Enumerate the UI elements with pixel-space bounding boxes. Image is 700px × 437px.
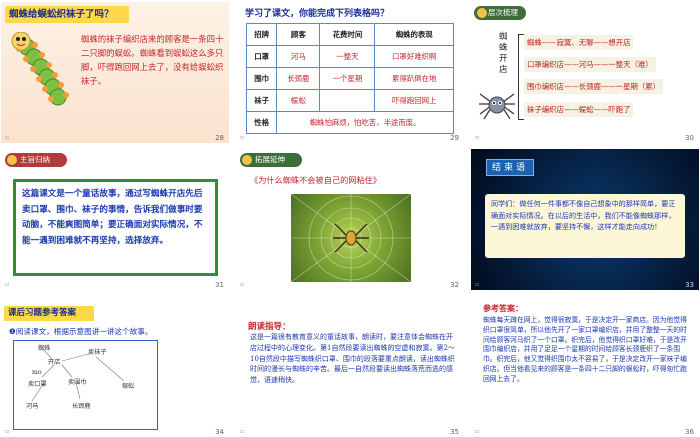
table-cell: 性格 (245, 111, 278, 134)
table-header-cell: 花费时间 (319, 23, 376, 46)
outline-item: 蜘蛛——寂寞、无聊——想开店 (524, 35, 634, 50)
slide-body-text: 这是一篇很有教育意义的童话故事，朗读时，要注意体会蜘蛛在开店过程中的心理变化。第… (250, 333, 455, 385)
slide-title: 蜘蛛给蜈蚣织袜子了吗？ (5, 6, 129, 23)
speaker-icon[interactable]: ▫ (5, 134, 9, 141)
table-cell: 吓得跑回网上 (374, 89, 454, 112)
slide-grid: 蜘蛛给蜈蚣织袜子了吗？ 蜘蛛的袜子编织店来的顾客是一条四十二只脚的蜈蚣。蜘蛛看到… (0, 0, 700, 437)
outline-item: 围巾编织店——长颈鹿——一星期（累） (524, 79, 664, 94)
table-cell: 一个星期 (319, 67, 376, 90)
header-badge-icon (7, 155, 17, 165)
page-number: 28 (215, 134, 224, 142)
page-number: 33 (685, 281, 694, 289)
slide-title: 学习了课文，你能完成下列表格吗？ (245, 9, 390, 19)
page-number: 29 (450, 134, 459, 142)
slide-34[interactable]: 课后习题参考答案 ❶阅读课文，根据示意图讲一讲这个故事。 蜘蛛 开店 卖袜子 m… (1, 296, 229, 437)
slide-title: 朗读指导： (248, 322, 291, 332)
outline-item: 袜子编织店——蜈蚣——吓跑了 (524, 102, 634, 117)
slide-32[interactable]: 拓展延伸 《为什么蜘蛛不会被自己的网粘住》 ▫ 32 (236, 149, 464, 290)
table-row: 口罩 河马 一整天 口罩好难织啊 (245, 45, 454, 68)
table-cell: 口罩 (245, 45, 278, 68)
table-cell: 蜘蛛怕麻烦，怕吃苦，半途而废。 (276, 111, 454, 134)
table-cell: 蜈蚣 (276, 89, 321, 112)
speaker-icon[interactable]: ▫ (475, 281, 479, 288)
slide-28[interactable]: 蜘蛛给蜈蚣织袜子了吗？ 蜘蛛的袜子编织店来的顾客是一条四十二只脚的蜈蚣。蜘蛛看到… (1, 2, 229, 143)
table-header-cell: 蜘蛛的表现 (374, 23, 454, 46)
speaker-icon[interactable]: ▫ (5, 428, 9, 435)
spider-web-icon (291, 194, 411, 282)
page-number: 31 (215, 281, 224, 289)
diagram-label: 河马 (26, 403, 39, 410)
table-header-cell: 顾客 (276, 23, 321, 46)
slide-title: 课后习题参考答案 (4, 306, 94, 321)
slide-title: 参考答案： (483, 304, 523, 313)
section-header: 主旨归纳 (5, 153, 67, 167)
table-cell: 河马 (276, 45, 321, 68)
header-badge-icon (477, 8, 487, 18)
slide-body-text: 蜘蛛每天蹲在网上，觉得很寂寞，于是决定开一家商店。因为他觉得织口罩很简单，所以他… (483, 316, 687, 383)
section-header-label: 层次梳理 (488, 8, 518, 17)
diagram-label: 开店 (48, 359, 61, 366)
table-cell: 一整天 (319, 45, 376, 68)
summary-box: 这篇课文是一个童话故事，通过写蜘蛛开店先后卖口罩、围巾、袜子的事情，告诉我们做事… (13, 179, 218, 276)
section-header: 拓展延伸 (240, 153, 302, 167)
speaker-icon[interactable]: ▫ (240, 281, 244, 288)
table-row: 围巾 长颈鹿 一个星期 累得趴倒在地 (245, 67, 454, 90)
speaker-icon[interactable]: ▫ (240, 428, 244, 435)
outline-item: 口罩编织店——河马——一整天（难） (524, 57, 656, 72)
slide-35[interactable]: 朗读指导： 这是一篇很有教育意义的童话故事，朗读时，要注意体会蜘蛛在开店过程中的… (236, 296, 464, 437)
summary-table: 招牌 顾客 花费时间 蜘蛛的表现 口罩 河马 一整天 口罩好难织啊 围巾 长颈鹿… (245, 23, 454, 134)
page-number: 34 (215, 428, 224, 436)
speaker-icon[interactable]: ▫ (5, 281, 9, 288)
diagram-label: 卖口罩 (28, 381, 47, 388)
table-cell: 围巾 (245, 67, 278, 90)
slide-29[interactable]: 学习了课文，你能完成下列表格吗？ 招牌 顾客 花费时间 蜘蛛的表现 口罩 河马 … (236, 2, 464, 143)
page-number: 30 (685, 134, 694, 142)
diagram-label: mo (32, 369, 42, 376)
section-header-label: 拓展延伸 (255, 155, 285, 164)
table-cell (319, 89, 376, 112)
outline-title: 蜘蛛开店 (499, 32, 508, 75)
story-diagram: 蜘蛛 开店 卖袜子 mo 卖口罩 卖围巾 蜈蚣 河马 长颈鹿 (13, 340, 158, 430)
section-header: 层次梳理 (474, 6, 526, 20)
exercise-prompt: ❶阅读课文，根据示意图讲一讲这个故事。 (9, 327, 153, 336)
slide-title: 结束语 (486, 159, 534, 176)
table-header-cell: 招牌 (245, 23, 278, 46)
section-header-label: 主旨归纳 (20, 155, 50, 164)
slide-33[interactable]: 结束语 同学们：做任何一件事都不像自己想象中的那样简单，要正确面对实际情况。在以… (471, 149, 699, 290)
slide-30[interactable]: 层次梳理 蜘蛛开店 蜘蛛——寂寞、无聊——想开店 口罩编织店——河马——一整天（… (471, 2, 699, 143)
diagram-label: 蜈蚣 (122, 383, 135, 390)
diagram-label: 卖袜子 (88, 349, 107, 356)
speaker-icon[interactable]: ▫ (240, 134, 244, 141)
header-badge-icon (242, 155, 252, 165)
table-header-row: 招牌 顾客 花费时间 蜘蛛的表现 (245, 23, 454, 46)
table-cell: 袜子 (245, 89, 278, 112)
page-number: 35 (450, 428, 459, 436)
diagram-label: 蜘蛛 (38, 345, 51, 352)
slide-title: 《为什么蜘蛛不会被自己的网粘住》 (250, 175, 382, 185)
slide-36[interactable]: 参考答案： 蜘蛛每天蹲在网上，觉得很寂寞，于是决定开一家商店。因为他觉得织口罩很… (471, 296, 699, 437)
spider-web-photo (291, 194, 411, 282)
table-row: 性格 蜘蛛怕麻烦，怕吃苦，半途而废。 (245, 111, 454, 134)
page-number: 32 (450, 281, 459, 289)
table-cell: 长颈鹿 (276, 67, 321, 90)
table-row: 袜子 蜈蚣 吓得跑回网上 (245, 89, 454, 112)
closing-note: 同学们：做任何一件事都不像自己想象中的那样简单，要正确面对实际情况。在以后的生活… (485, 194, 685, 258)
slide-body-text: 蜘蛛的袜子编织店来的顾客是一条四十二只脚的蜈蚣。蜘蛛看到蜈蚣这么多只脚，吓得跑回… (81, 34, 224, 86)
spider-icon (479, 93, 515, 120)
table-cell: 口罩好难织啊 (374, 45, 454, 68)
table-cell: 累得趴倒在地 (374, 67, 454, 90)
diagram-label: 长颈鹿 (72, 403, 91, 410)
caterpillar-illustration (11, 32, 69, 106)
speaker-icon[interactable]: ▫ (475, 428, 479, 435)
page-number: 36 (685, 428, 694, 436)
slide-31[interactable]: 主旨归纳 这篇课文是一个童话故事，通过写蜘蛛开店先后卖口罩、围巾、袜子的事情，告… (1, 149, 229, 290)
diagram-label: 卖围巾 (68, 379, 87, 386)
speaker-icon[interactable]: ▫ (475, 134, 479, 141)
